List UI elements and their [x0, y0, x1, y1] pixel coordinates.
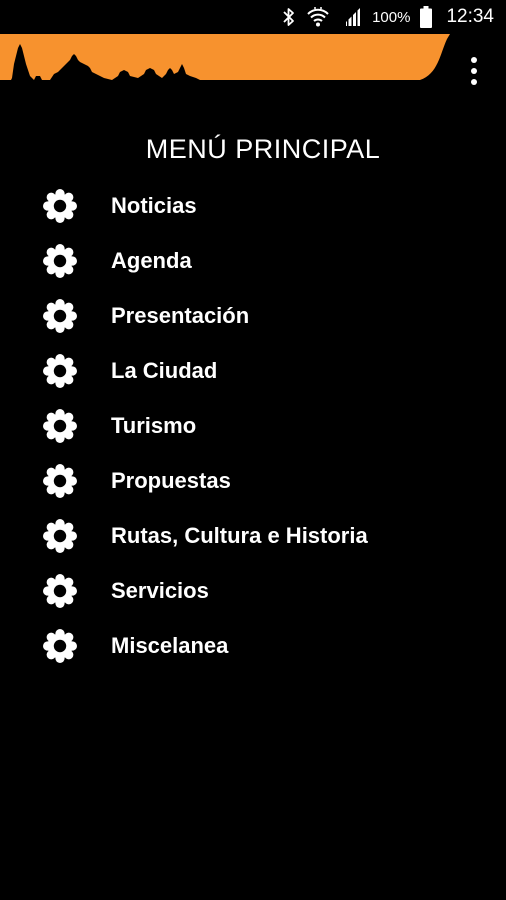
menu-item-turismo[interactable]: Turismo — [0, 398, 506, 453]
menu-item-presentacion[interactable]: Presentación — [0, 288, 506, 343]
overflow-dot — [471, 79, 477, 85]
gear-icon — [42, 408, 78, 444]
menu-item-label: Rutas, Cultura e Historia — [111, 522, 368, 548]
battery-percent: 100% — [372, 8, 411, 26]
menu-item-label: Noticias — [111, 192, 197, 218]
menu-item-label: La Ciudad — [111, 357, 218, 383]
gear-icon — [42, 243, 78, 279]
battery-icon — [420, 6, 433, 28]
menu-item-servicios[interactable]: Servicios — [0, 563, 506, 618]
app-header — [0, 34, 506, 108]
signal-icon — [340, 7, 362, 27]
city-skyline-banner — [0, 34, 458, 108]
menu-item-agenda[interactable]: Agenda — [0, 233, 506, 288]
overflow-dot — [471, 57, 477, 63]
menu-item-label: Agenda — [111, 247, 192, 273]
overflow-dot — [471, 68, 477, 74]
gear-icon — [42, 188, 78, 224]
menu-item-label: Presentación — [111, 302, 250, 328]
main-menu-list: Noticias Agenda Presentación La Ciudad T… — [0, 178, 506, 673]
gear-icon — [42, 298, 78, 334]
status-icons: 100% 12:34 — [282, 5, 494, 29]
gear-icon — [42, 518, 78, 554]
menu-item-label: Turismo — [111, 412, 197, 438]
gear-icon — [42, 573, 78, 609]
menu-item-propuestas[interactable]: Propuestas — [0, 453, 506, 508]
menu-item-label: Propuestas — [111, 467, 231, 493]
more-vertical-icon[interactable] — [462, 52, 486, 90]
gear-icon — [42, 628, 78, 664]
menu-item-label: Servicios — [111, 577, 209, 603]
bluetooth-icon — [282, 7, 296, 27]
menu-item-label: Miscelanea — [111, 632, 229, 658]
menu-item-la-ciudad[interactable]: La Ciudad — [0, 343, 506, 398]
wifi-icon — [306, 6, 330, 28]
gear-icon — [42, 353, 78, 389]
menu-item-rutas-cultura-historia[interactable]: Rutas, Cultura e Historia — [0, 508, 506, 563]
menu-item-miscelanea[interactable]: Miscelanea — [0, 618, 506, 673]
gear-icon — [42, 463, 78, 499]
menu-title: MENÚ PRINCIPAL — [145, 134, 381, 164]
menu-item-noticias[interactable]: Noticias — [0, 178, 506, 233]
status-bar: 100% 12:34 — [0, 0, 506, 34]
clock: 12:34 — [446, 6, 494, 27]
